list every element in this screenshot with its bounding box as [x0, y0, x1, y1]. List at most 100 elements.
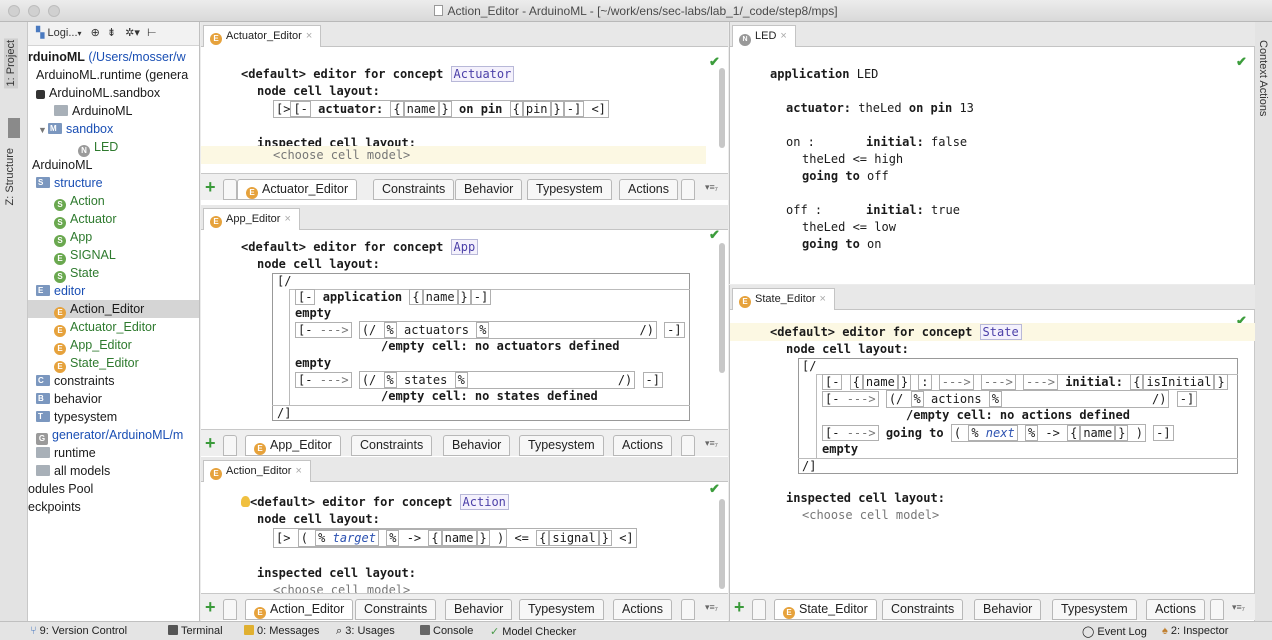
aspect-tab-actions[interactable]: Actions	[613, 599, 672, 620]
aspect-tab-editor[interactable]: E State_Editor	[774, 599, 877, 620]
tree-item-all-models[interactable]: all models	[36, 462, 110, 480]
aspect-tab-constraints[interactable]: Constraints	[373, 179, 455, 200]
locate-icon[interactable]: ⊕	[91, 27, 100, 39]
more-aspects-icon[interactable]: ▾≡₇	[1232, 602, 1245, 613]
concept-ref[interactable]: Action	[459, 494, 509, 510]
concept-ref[interactable]: App	[450, 239, 479, 255]
concept-ref[interactable]: State	[979, 324, 1022, 340]
zoom-window-button[interactable]	[48, 5, 60, 17]
tree-item-signal[interactable]: E SIGNAL	[54, 246, 116, 265]
aspect-tab-behavior[interactable]: Behavior	[974, 599, 1042, 620]
inspector-button[interactable]: ♠ 2: Inspector	[1162, 625, 1228, 637]
more-aspects-icon[interactable]: ▾≡₇	[705, 438, 718, 449]
tree-label: ArduinoML	[72, 104, 133, 118]
led-program: application LED actuator: theLed on pin …	[770, 67, 974, 251]
vertical-open: [/	[802, 359, 817, 373]
tree-item-language[interactable]: ArduinoML	[32, 156, 92, 174]
view-selector[interactable]: Logi...	[48, 27, 78, 39]
tree-item-constraints[interactable]: Cconstraints	[36, 372, 114, 390]
add-aspect-icon[interactable]: +	[734, 597, 745, 618]
tree-item-actuator[interactable]: S Actuator	[54, 210, 117, 229]
tab-app-editor[interactable]: E App_Editor ×	[203, 208, 300, 230]
aspect-tab-behavior[interactable]: Behavior	[445, 599, 513, 620]
scrollbar[interactable]	[719, 499, 725, 589]
close-window-button[interactable]	[8, 5, 20, 17]
messages-button[interactable]: 0: Messages	[244, 625, 319, 637]
tab-state-editor[interactable]: E State_Editor ×	[732, 288, 835, 310]
aspect-tab-typesystem[interactable]: Typesystem	[519, 435, 604, 456]
more-aspects-icon[interactable]: ▾≡₇	[705, 182, 718, 193]
tree-item-modules-pool[interactable]: odules Pool	[28, 480, 93, 498]
hide-icon[interactable]: ⊢	[147, 27, 157, 39]
aspect-tab-actions[interactable]: Actions	[613, 435, 672, 456]
structure-tool-tab[interactable]: Z: Structure	[4, 148, 16, 205]
choose-cell-model[interactable]: <choose cell model>	[786, 507, 945, 524]
tree-item-app[interactable]: S App	[54, 228, 92, 247]
minimize-window-button[interactable]	[28, 5, 40, 17]
tree-item-checkpoints[interactable]: eckpoints	[28, 498, 81, 516]
aspect-tab-constraints[interactable]: Constraints	[882, 599, 964, 620]
model-checker-button[interactable]: ✓ Model Checker	[490, 625, 576, 638]
add-aspect-icon[interactable]: +	[205, 177, 216, 198]
tree-item-actuator-editor[interactable]: E Actuator_Editor	[54, 318, 156, 337]
add-aspect-icon[interactable]: +	[205, 597, 216, 618]
expand-arrow-icon[interactable]: ▼	[38, 121, 48, 139]
aspect-tab-constraints[interactable]: Constraints	[355, 599, 437, 620]
tree-item-led[interactable]: N LED	[78, 138, 118, 157]
app-name[interactable]: LED	[857, 67, 879, 81]
tree-item-project[interactable]: rduinoML (/Users/mosser/w	[28, 48, 186, 66]
tree-item-state-editor[interactable]: E State_Editor	[54, 354, 139, 373]
aspect-tab-actions[interactable]: Actions	[1146, 599, 1205, 620]
tree-item-runtime[interactable]: runtime	[36, 444, 96, 462]
choose-cell-model[interactable]: <choose cell model>	[273, 147, 410, 164]
add-aspect-icon[interactable]: +	[205, 433, 216, 454]
version-control-button[interactable]: ⑂ 9: Version Control	[30, 625, 127, 637]
tree-item-sandbox-solution[interactable]: ArduinoML.sandbox	[36, 84, 160, 102]
aspect-tab-editor[interactable]: E App_Editor	[245, 435, 341, 456]
close-icon[interactable]: ×	[306, 30, 312, 42]
usages-button[interactable]: ⌕ 3: Usages	[336, 625, 395, 638]
tab-action-editor[interactable]: E Action_Editor ×	[203, 460, 311, 482]
aspect-tab-behavior[interactable]: Behavior	[443, 435, 511, 456]
event-log-button[interactable]: ◯ Event Log	[1082, 625, 1147, 638]
scrollbar[interactable]	[719, 243, 725, 373]
tree-item-action[interactable]: S Action	[54, 192, 105, 211]
collapse-icon[interactable]: ⇟	[107, 27, 116, 39]
tree-item-editor[interactable]: Eeditor	[36, 282, 85, 300]
lightbulb-icon[interactable]	[241, 496, 250, 507]
tree-item-typesystem[interactable]: Ttypesystem	[36, 408, 117, 426]
tab-actuator-editor[interactable]: E Actuator_Editor ×	[203, 25, 322, 47]
tree-item-behavior[interactable]: Bbehavior	[36, 390, 102, 408]
console-button[interactable]: Console	[420, 625, 473, 637]
aspect-tab-typesystem[interactable]: Typesystem	[527, 179, 612, 200]
aspect-tab-editor[interactable]: E Actuator_Editor	[237, 179, 358, 200]
gear-icon[interactable]: ✲▾	[125, 27, 140, 39]
tree-item-generator[interactable]: Ggenerator/ArduinoML/m	[36, 426, 183, 445]
actuators-empty-cell: /empty cell: no actuators defined	[381, 339, 620, 353]
concept-ref[interactable]: Actuator	[450, 66, 515, 82]
tab-led[interactable]: N LED ×	[732, 25, 796, 47]
aspect-tab-behavior[interactable]: Behavior	[455, 179, 523, 200]
tree-item-arduinoml-model[interactable]: ArduinoML	[54, 102, 132, 120]
context-actions-tab[interactable]: Context Actions	[1257, 40, 1269, 116]
close-icon[interactable]: ×	[284, 213, 290, 225]
tree-item-app-editor[interactable]: E App_Editor	[54, 336, 132, 355]
project-tool-tab[interactable]: 1: Project	[4, 38, 18, 89]
tree-item-structure[interactable]: Sstructure	[36, 174, 103, 192]
aspect-tab-editor[interactable]: E Action_Editor	[245, 599, 354, 620]
aspect-tab-actions[interactable]: Actions	[619, 179, 678, 200]
terminal-button[interactable]: Terminal	[168, 625, 223, 637]
tree-item-sandbox[interactable]: ▼ Msandbox	[38, 120, 113, 138]
close-icon[interactable]: ×	[780, 30, 786, 42]
close-icon[interactable]: ×	[295, 465, 301, 477]
chevron-down-icon[interactable]: ▾	[78, 29, 82, 38]
tree-item-action-editor[interactable]: E Action_Editor	[28, 300, 199, 319]
tree-item-runtime-solution[interactable]: ArduinoML.runtime (genera	[36, 66, 188, 84]
scrollbar[interactable]	[719, 68, 725, 148]
aspect-tab-constraints[interactable]: Constraints	[351, 435, 433, 456]
aspect-tab-typesystem[interactable]: Typesystem	[519, 599, 604, 620]
tree-item-state[interactable]: S State	[54, 264, 99, 283]
aspect-tab-typesystem[interactable]: Typesystem	[1052, 599, 1137, 620]
close-icon[interactable]: ×	[820, 293, 826, 305]
more-aspects-icon[interactable]: ▾≡₇	[705, 602, 718, 613]
